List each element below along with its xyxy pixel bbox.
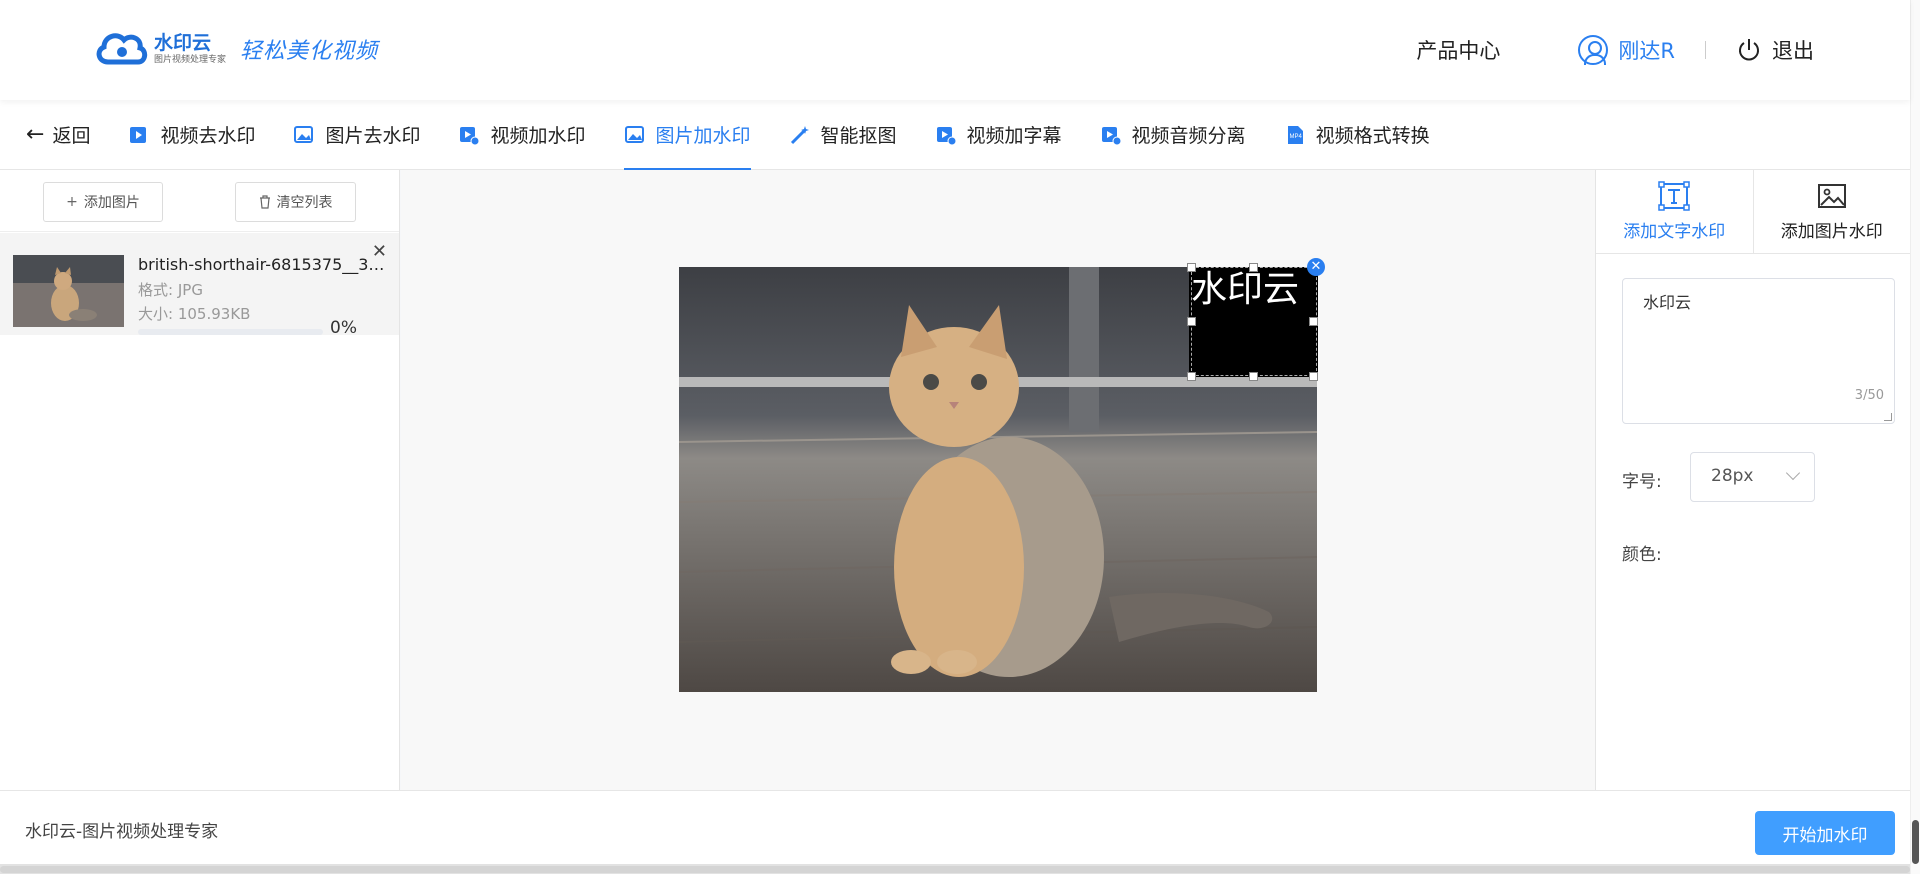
file-size-label: 大小:: [138, 305, 174, 323]
tab-label: 视频加字幕: [966, 125, 1062, 147]
tab-add-image-watermark[interactable]: 添加图片水印: [1752, 170, 1911, 253]
file-list-item[interactable]: british-shorthair-6815375__340.jpg 格式: J…: [0, 233, 399, 338]
svg-text:MP4: MP4: [1289, 134, 1302, 140]
watermark-text[interactable]: 水印云: [1191, 268, 1299, 312]
file-list-toolbar: + 添加图片 清空列表: [0, 170, 399, 232]
user-icon: [1578, 35, 1609, 65]
tab-video-format-convert[interactable]: MP4 视频格式转换: [1284, 100, 1430, 169]
file-format-value: JPG: [177, 281, 203, 299]
tab-label: 视频格式转换: [1315, 125, 1430, 147]
divider: [1705, 41, 1706, 59]
logo-subtitle: 图片视频处理专家: [154, 55, 227, 65]
resize-handle-bottom[interactable]: [1249, 372, 1258, 381]
tab-label: 视频去水印: [160, 125, 256, 147]
tab-video-subtitle[interactable]: 视频加字幕: [935, 100, 1062, 169]
logout-button[interactable]: 退出: [1736, 35, 1814, 65]
progress-bar: [138, 329, 323, 335]
tab-back[interactable]: ← 返回: [26, 100, 90, 169]
footer-brand: 水印云-图片视频处理专家: [25, 822, 219, 842]
clear-list-label: 清空列表: [276, 195, 333, 211]
tab-label: 返回: [52, 125, 91, 147]
video-subtitle-icon: [936, 126, 957, 145]
product-center-link[interactable]: 产品中心: [1416, 35, 1500, 65]
logout-label: 退出: [1772, 39, 1814, 63]
tab-video-add-watermark[interactable]: 视频加水印: [458, 100, 586, 169]
tab-label: 图片去水印: [325, 125, 421, 147]
file-thumbnail: [13, 255, 124, 327]
horizontal-scroll-thumb[interactable]: [0, 866, 1910, 873]
font-size-select[interactable]: 28px: [1690, 452, 1815, 502]
file-list-panel: + 添加图片 清空列表 british-shorthair-6815375__3…: [0, 170, 400, 790]
tab-image-add-watermark[interactable]: 图片加水印: [623, 100, 751, 170]
video-add-icon: [460, 126, 480, 145]
logo-text: 水印云 图片视频处理专家: [154, 32, 226, 66]
file-format: 格式: JPG: [138, 279, 203, 300]
vertical-scroll-thumb[interactable]: [1912, 820, 1919, 864]
vertical-scrollbar[interactable]: [1910, 0, 1920, 874]
font-size-label: 字号:: [1622, 472, 1662, 492]
resize-handle-tl[interactable]: [1187, 263, 1196, 272]
watermark-text-value: 水印云: [1643, 293, 1692, 312]
file-size: 大小: 105.93KB: [138, 303, 250, 324]
tool-tabs: ← 返回 视频去水印 图片去水印 视频加水印 图片加水印 智能抠图 视频加字幕 …: [0, 100, 1910, 170]
char-count: 3/50: [1854, 388, 1884, 403]
file-name: british-shorthair-6815375__340.jpg: [138, 255, 388, 274]
back-arrow-icon: ←: [26, 122, 45, 147]
resize-handle-br[interactable]: [1309, 372, 1318, 381]
user-menu[interactable]: 刚达R: [1578, 35, 1675, 65]
remove-file-icon[interactable]: ✕: [372, 241, 387, 262]
top-header: 水印云 图片视频处理专家 轻松美化视频 产品中心 刚达R 退出: [0, 0, 1910, 100]
resize-handle-bl[interactable]: [1187, 372, 1196, 381]
footer-bar: 水印云-图片视频处理专家 开始加水印: [0, 790, 1910, 864]
tab-label: 智能抠图: [820, 125, 897, 147]
plus-icon: +: [66, 194, 78, 210]
preview-canvas: 水印云 ✕: [401, 170, 1595, 790]
add-image-button[interactable]: + 添加图片: [43, 182, 163, 222]
resize-handle-top[interactable]: [1249, 263, 1258, 272]
resize-handle-right[interactable]: [1309, 317, 1318, 326]
tab-smart-cutout[interactable]: 智能抠图: [789, 100, 897, 169]
magic-wand-icon: [790, 125, 809, 144]
add-image-label: 添加图片: [83, 195, 140, 211]
start-watermark-button[interactable]: 开始加水印: [1755, 811, 1895, 855]
tab-video-audio-separate[interactable]: 视频音频分离: [1100, 100, 1246, 169]
logo-name: 水印云: [154, 32, 212, 54]
watermark-text-input[interactable]: 水印云 3/50: [1622, 278, 1895, 424]
username: 刚达R: [1618, 39, 1675, 63]
logo-slogan: 轻松美化视频: [240, 39, 379, 64]
tab-video-remove-watermark[interactable]: 视频去水印: [128, 100, 255, 169]
chevron-down-icon: [1785, 465, 1801, 481]
resize-handle-left[interactable]: [1187, 317, 1196, 326]
text-icon: [1658, 181, 1690, 211]
video-icon: [130, 126, 147, 143]
tab-label: 添加图片水印: [1780, 222, 1883, 242]
font-size-value: 28px: [1711, 466, 1754, 486]
progress-text: 0%: [330, 318, 357, 338]
tab-label: 图片加水印: [655, 125, 751, 147]
header-actions: 产品中心 刚达R 退出: [1416, 30, 1814, 70]
tab-label: 添加文字水印: [1623, 222, 1726, 242]
mp4-file-icon: MP4: [1287, 125, 1303, 144]
logo[interactable]: 水印云 图片视频处理专家 轻松美化视频: [94, 28, 378, 70]
color-label: 颜色:: [1622, 545, 1662, 565]
tab-add-text-watermark[interactable]: 添加文字水印: [1596, 170, 1753, 253]
file-size-value: 105.93KB: [177, 305, 251, 323]
watermark-settings-panel: 添加文字水印 添加图片水印 水印云 3/50 字号: 28px 颜色:: [1595, 170, 1910, 790]
image-add-icon: [624, 125, 644, 143]
power-icon: [1739, 39, 1759, 61]
tab-image-remove-watermark[interactable]: 图片去水印: [293, 100, 420, 169]
resize-grip-icon[interactable]: [1884, 413, 1892, 421]
tab-label: 视频音频分离: [1131, 125, 1246, 147]
image-icon: [1817, 184, 1846, 208]
video-audio-icon: [1101, 126, 1122, 145]
file-format-label: 格式:: [138, 281, 174, 299]
close-watermark-icon[interactable]: ✕: [1307, 258, 1325, 276]
clear-list-button[interactable]: 清空列表: [235, 182, 356, 222]
cloud-logo-icon: [96, 33, 148, 65]
watermark-type-tabs: 添加文字水印 添加图片水印: [1596, 170, 1910, 254]
tab-label: 视频加水印: [490, 125, 586, 147]
image-icon: [294, 125, 314, 143]
trash-icon: [259, 195, 270, 209]
